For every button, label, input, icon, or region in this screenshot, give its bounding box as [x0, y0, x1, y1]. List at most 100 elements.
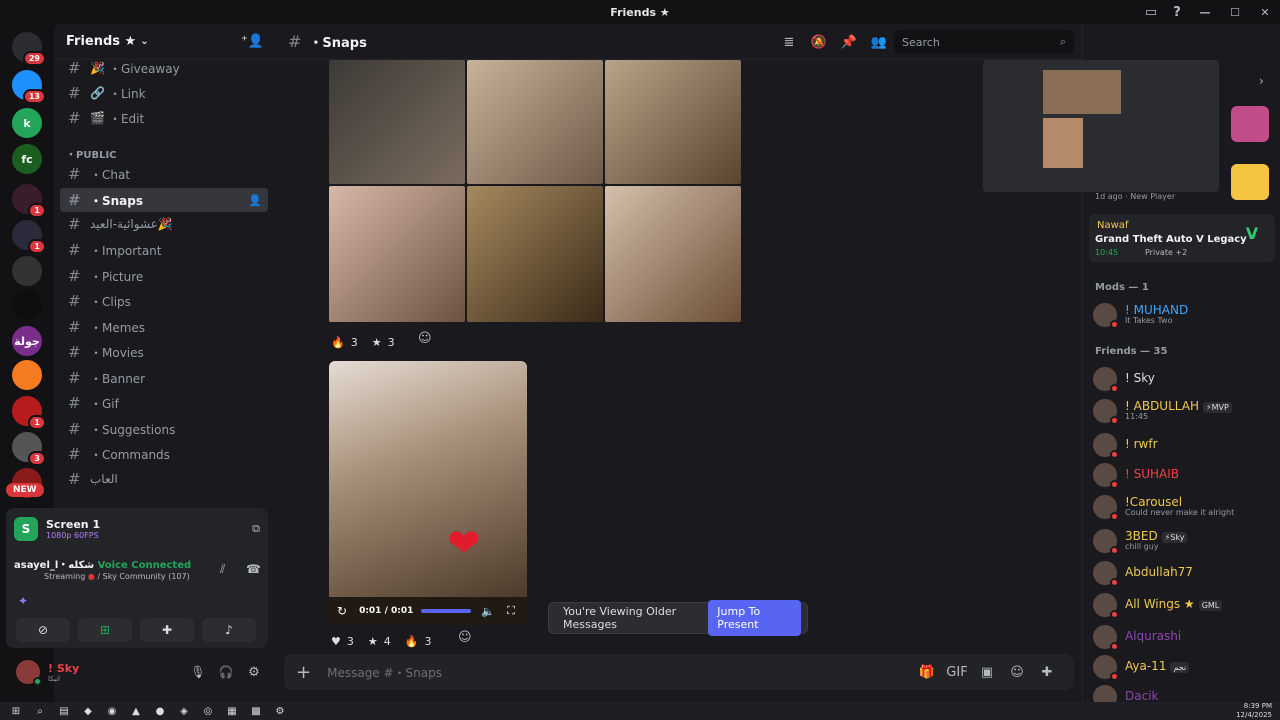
share-screen-button[interactable]: ⊞: [78, 618, 132, 642]
photo-2[interactable]: [467, 60, 603, 184]
photo-4[interactable]: [329, 186, 465, 322]
channel-item[interactable]: # ・Snaps 👤: [60, 188, 268, 212]
channel-item[interactable]: # ・Movies: [60, 340, 268, 364]
channel-item[interactable]: # 🔗 ・Link: [60, 81, 268, 105]
app-icon-5[interactable]: ▩: [244, 706, 268, 717]
channel-item[interactable]: # عشوائية-العيد🎉: [60, 212, 268, 236]
server-icon[interactable]: 3: [12, 432, 46, 466]
channel-item[interactable]: # العاب: [60, 467, 268, 491]
reaction-chip[interactable]: ♥ 3: [331, 635, 354, 648]
avatar[interactable]: [16, 660, 42, 686]
channel-item[interactable]: # ・Clips: [60, 289, 268, 313]
member-row[interactable]: ! Sky: [1093, 364, 1279, 394]
file-explorer-icon[interactable]: ▤: [52, 706, 76, 717]
server-icon[interactable]: 1: [12, 220, 46, 254]
photo-3[interactable]: [605, 60, 741, 184]
upload-plus-icon[interactable]: +: [296, 662, 311, 683]
community-label[interactable]: / Sky Community (107): [97, 572, 189, 581]
server-icon[interactable]: 29: [12, 32, 46, 66]
member-row[interactable]: Alqurashi: [1093, 622, 1279, 652]
gift-icon[interactable]: 🎁: [912, 665, 942, 680]
channel-item[interactable]: # ・Suggestions: [60, 417, 268, 441]
server-icon[interactable]: fc: [12, 144, 42, 174]
add-reaction-icon[interactable]: ☺: [418, 331, 432, 346]
server-header[interactable]: Friends ★ ⌄ ⁺👤: [54, 24, 276, 60]
settings-taskbar-icon[interactable]: ⚙: [268, 706, 292, 717]
server-icon[interactable]: k: [12, 108, 42, 138]
invite-icon[interactable]: 👤: [248, 194, 262, 207]
member-row[interactable]: 3BED ⚡Sky chill guy: [1093, 526, 1279, 556]
server-icon[interactable]: [12, 360, 42, 390]
add-reaction-icon-2[interactable]: ☺: [458, 630, 472, 645]
help-icon[interactable]: ?: [1164, 5, 1190, 20]
channel-item[interactable]: # ・Banner: [60, 366, 268, 390]
server-icon[interactable]: جولة: [12, 326, 42, 356]
disconnect-icon[interactable]: ☎: [246, 562, 261, 576]
member-row[interactable]: ! SUHAIB: [1093, 460, 1279, 490]
add-member-icon[interactable]: ⁺👤: [241, 34, 264, 49]
activities-button[interactable]: ✚: [140, 618, 194, 642]
members-icon[interactable]: 👥: [864, 35, 894, 50]
app-icon-4[interactable]: ▦: [220, 706, 244, 717]
category-public[interactable]: ・PUBLIC: [66, 146, 117, 161]
photo-6[interactable]: [605, 186, 741, 322]
threads-icon[interactable]: ≣: [774, 35, 804, 50]
mic-icon[interactable]: 🎙: [184, 665, 212, 679]
maximize-button[interactable]: ☐: [1220, 6, 1250, 19]
app-icon[interactable]: ▲: [124, 706, 148, 717]
screen-share-card[interactable]: S Screen 1 1080p 60FPS ⧉: [14, 514, 260, 544]
photo-5[interactable]: [467, 186, 603, 322]
channel-item[interactable]: # 🎉 ・Giveaway: [60, 56, 268, 80]
start-icon[interactable]: ⊞: [4, 706, 28, 717]
member-row[interactable]: Abdullah77: [1093, 558, 1279, 588]
channel-item[interactable]: # ・Gif: [60, 391, 268, 415]
replay-icon[interactable]: ↻: [337, 604, 347, 618]
stream-preview[interactable]: [983, 60, 1219, 192]
member-row[interactable]: ! ABDULLAH ⚡MVP 11:45: [1093, 396, 1279, 426]
game-activity-card[interactable]: Nawaf Grand Theft Auto V Legacy 10:45 Pr…: [1089, 214, 1275, 262]
close-window-button[interactable]: ✕: [1250, 6, 1280, 19]
notifications-icon[interactable]: 🔕: [804, 35, 834, 50]
channel-item[interactable]: # 🎬 ・Edit: [60, 106, 268, 130]
reaction-chip[interactable]: ★ 4: [368, 635, 391, 648]
steam-icon[interactable]: ◎: [196, 706, 220, 717]
jump-to-present-button[interactable]: Jump To Present: [708, 600, 801, 636]
member-row[interactable]: !Carousel Could never make it alright: [1093, 492, 1279, 522]
server-icon[interactable]: [12, 256, 42, 286]
search-taskbar-icon[interactable]: ⌕: [28, 706, 52, 717]
channel-item[interactable]: # ・Important: [60, 238, 268, 262]
popout-icon[interactable]: ⧉: [252, 522, 260, 536]
message-composer[interactable]: + Message #・Snaps 🎁 GIF ▣ ☺ ✚: [284, 654, 1074, 690]
server-icon[interactable]: 13: [12, 70, 46, 104]
headphones-icon[interactable]: 🎧: [212, 665, 240, 679]
activity-icon[interactable]: ✦: [18, 594, 28, 608]
system-clock[interactable]: 8:39 PM 12/4/2025: [1236, 702, 1272, 720]
chevron-right-icon[interactable]: ›: [1259, 74, 1264, 88]
member-row[interactable]: ! MUHAND It Takes Two: [1093, 300, 1279, 330]
channel-item[interactable]: # ・Memes: [60, 315, 268, 339]
server-icon[interactable]: 1: [12, 396, 46, 430]
inbox-icon[interactable]: ▭: [1138, 5, 1164, 20]
reaction-chip[interactable]: 🔥 3: [331, 336, 358, 349]
reaction-chip[interactable]: 🔥 3: [405, 635, 432, 648]
app-icon-3[interactable]: ◈: [172, 706, 196, 717]
photo-1[interactable]: [329, 60, 465, 184]
soundboard-button[interactable]: ♪: [202, 618, 256, 642]
member-row[interactable]: Aya-11 نجم: [1093, 652, 1279, 682]
emoji-icon[interactable]: ☺: [1002, 665, 1032, 680]
noise-suppression-icon[interactable]: ⫽: [220, 562, 225, 577]
gear-icon[interactable]: ⚙: [240, 665, 268, 680]
fullscreen-icon[interactable]: ⛶: [507, 604, 515, 618]
server-icon[interactable]: 1: [12, 184, 46, 218]
reaction-chip[interactable]: ★ 3: [372, 336, 395, 349]
sticker-icon[interactable]: ▣: [972, 665, 1002, 680]
brave-icon[interactable]: ◆: [76, 706, 100, 717]
pin-icon[interactable]: 📌: [834, 35, 864, 50]
camera-off-button[interactable]: ⊘: [16, 618, 70, 642]
server-icon[interactable]: [12, 290, 42, 320]
member-row[interactable]: ! rwfr: [1093, 430, 1279, 460]
discord-taskbar-icon[interactable]: ◉: [100, 706, 124, 717]
apps-icon[interactable]: ✚: [1032, 665, 1062, 680]
member-row[interactable]: All Wings ★ GML: [1093, 590, 1279, 620]
app-icon-2[interactable]: ●: [148, 706, 172, 717]
